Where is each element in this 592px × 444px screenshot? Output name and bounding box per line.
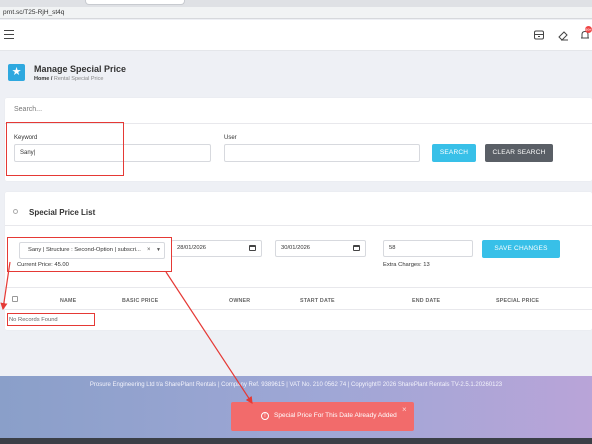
end-date-input[interactable]: 30/01/2026 [275, 240, 366, 257]
extra-charges: Extra Charges: 13 [383, 262, 430, 268]
toast-message: Special Price For This Date Already Adde… [274, 412, 397, 419]
star-icon: ★ [8, 64, 25, 81]
eraser-icon[interactable] [557, 29, 569, 41]
close-icon[interactable]: × [402, 405, 407, 414]
url-text: prnt.sc/T25-RjH_st4q [3, 9, 65, 16]
search-title: Search... [14, 106, 43, 113]
annotation-box [7, 313, 95, 326]
taskbar [0, 438, 592, 444]
special-price-title: Special Price List [29, 208, 96, 217]
breadcrumb-separator: / [50, 76, 53, 82]
browser-tabstrip [0, 0, 592, 7]
end-date-value: 30/01/2026 [281, 245, 311, 251]
footer-text: Prosure Engineering Ltd t/a SharePlant R… [89, 382, 503, 388]
start-date-value: 28/01/2026 [177, 245, 207, 251]
notification-button[interactable]: 99+ [579, 26, 592, 41]
calendar-icon[interactable] [353, 245, 360, 251]
column-header[interactable]: START DATE [300, 298, 335, 304]
calendar-icon[interactable] [249, 245, 256, 251]
user-input[interactable] [224, 144, 420, 162]
column-header[interactable]: OWNER [229, 298, 250, 304]
page-title: Manage Special Price [34, 64, 127, 74]
browser-tab[interactable] [85, 0, 185, 5]
clear-search-button[interactable]: CLEAR SEARCH [485, 144, 553, 162]
error-toast: ! Special Price For This Date Already Ad… [231, 402, 414, 431]
column-header[interactable]: NAME [60, 298, 76, 304]
column-header[interactable]: BASIC PRICE [122, 298, 158, 304]
special-price-input[interactable]: 58 [383, 240, 473, 257]
breadcrumb-home[interactable]: Home [34, 76, 49, 82]
app-header: 99+ [0, 20, 592, 51]
start-date-input[interactable]: 28/01/2026 [171, 240, 262, 257]
save-changes-button[interactable]: SAVE CHANGES [482, 240, 560, 258]
address-bar[interactable]: prnt.sc/T25-RjH_st4q [0, 7, 592, 19]
section-radio[interactable] [13, 209, 18, 214]
column-header[interactable]: SPECIAL PRICE [496, 298, 539, 304]
alert-icon: ! [261, 412, 269, 420]
user-label: User [224, 135, 237, 141]
annotation-box [6, 122, 124, 176]
notification-badge: 99+ [585, 26, 592, 33]
breadcrumb: Home / Rental Special Price [34, 76, 103, 82]
search-button[interactable]: SEARCH [432, 144, 476, 162]
select-all-checkbox[interactable] [12, 296, 18, 302]
menu-icon[interactable] [4, 30, 14, 39]
store-icon[interactable] [533, 29, 545, 41]
annotation-box [7, 237, 172, 272]
column-header[interactable]: END DATE [412, 298, 440, 304]
breadcrumb-current: Rental Special Price [53, 76, 104, 82]
